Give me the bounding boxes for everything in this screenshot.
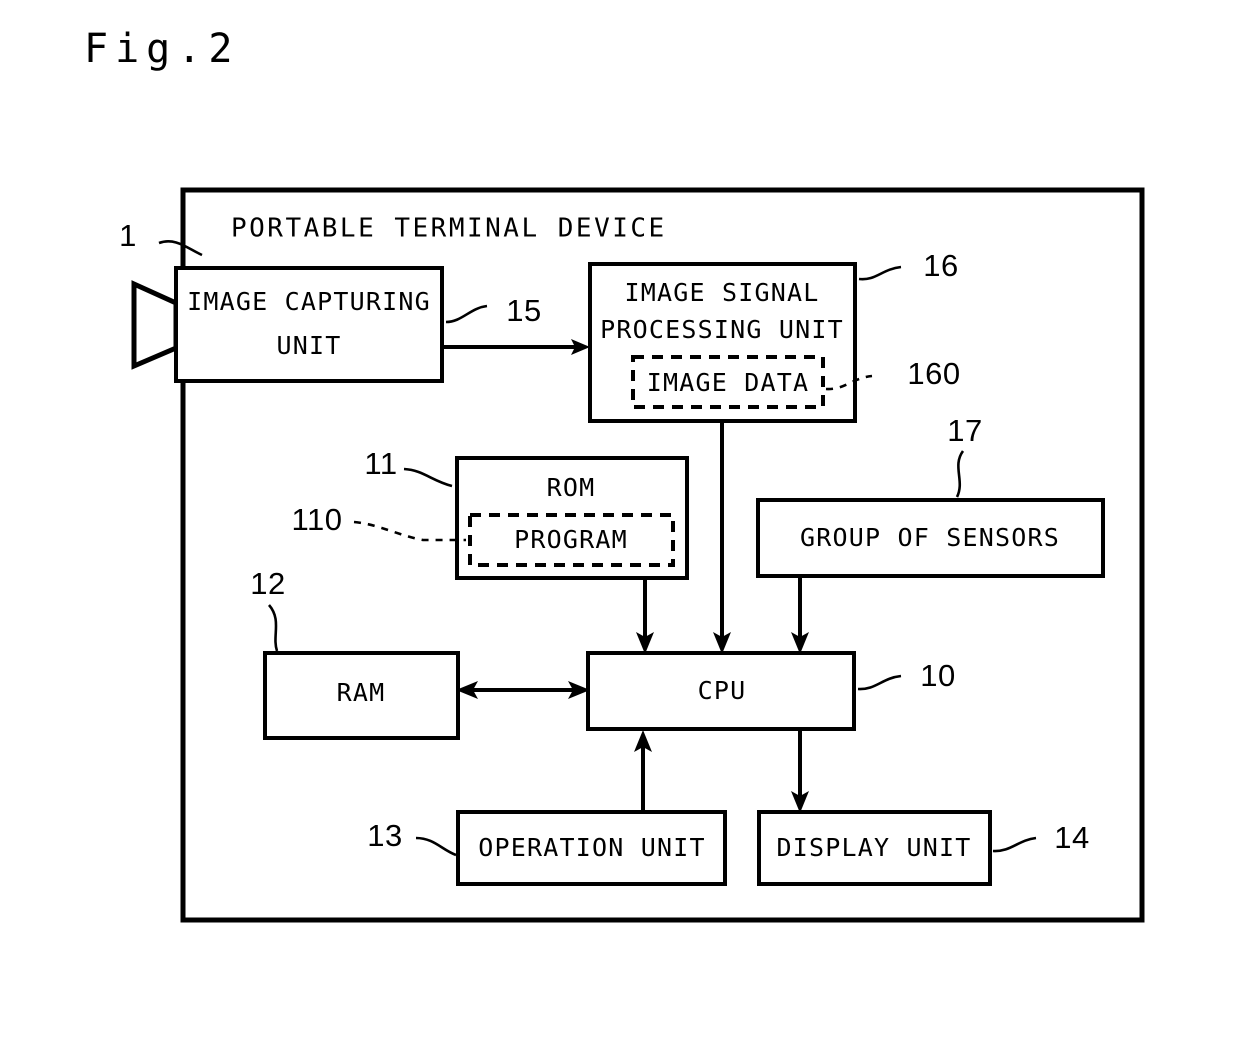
image-signal-processing-unit-label-line1: IMAGE SIGNAL: [624, 278, 819, 307]
ref-number-15: 15: [506, 293, 541, 328]
ref-number-13: 13: [367, 818, 402, 853]
ref-number-110: 110: [292, 502, 343, 537]
image-capturing-unit-label-line2: UNIT: [276, 331, 341, 360]
ref-number-device: 1: [119, 218, 137, 253]
display-unit-label: DISPLAY UNIT: [776, 833, 971, 862]
patent-block-diagram: PORTABLE TERMINAL DEVICE 1 IMAGE CAPTURI…: [119, 187, 1145, 923]
cpu-label: CPU: [698, 676, 747, 705]
device-title-label: PORTABLE TERMINAL DEVICE: [231, 214, 667, 244]
group-of-sensors-label: GROUP OF SENSORS: [800, 523, 1060, 552]
rom-label: ROM: [547, 473, 596, 502]
image-capturing-unit-box: [174, 266, 444, 383]
camera-lens-icon: [131, 280, 179, 370]
ref-number-12: 12: [250, 566, 285, 601]
program-label: PROGRAM: [514, 525, 628, 554]
ref-number-17: 17: [947, 413, 982, 448]
image-capturing-unit-label-line1: IMAGE CAPTURING: [187, 287, 431, 316]
ram-label: RAM: [337, 678, 386, 707]
ref-number-10: 10: [920, 658, 955, 693]
image-signal-processing-unit-label-line2: PROCESSING UNIT: [600, 315, 844, 344]
ref-number-160: 160: [907, 356, 960, 391]
operation-unit-label: OPERATION UNIT: [478, 833, 706, 862]
image-data-label: IMAGE DATA: [647, 368, 810, 397]
ref-number-11: 11: [364, 446, 397, 481]
ref-number-16: 16: [923, 248, 958, 283]
ref-number-14: 14: [1054, 820, 1089, 855]
